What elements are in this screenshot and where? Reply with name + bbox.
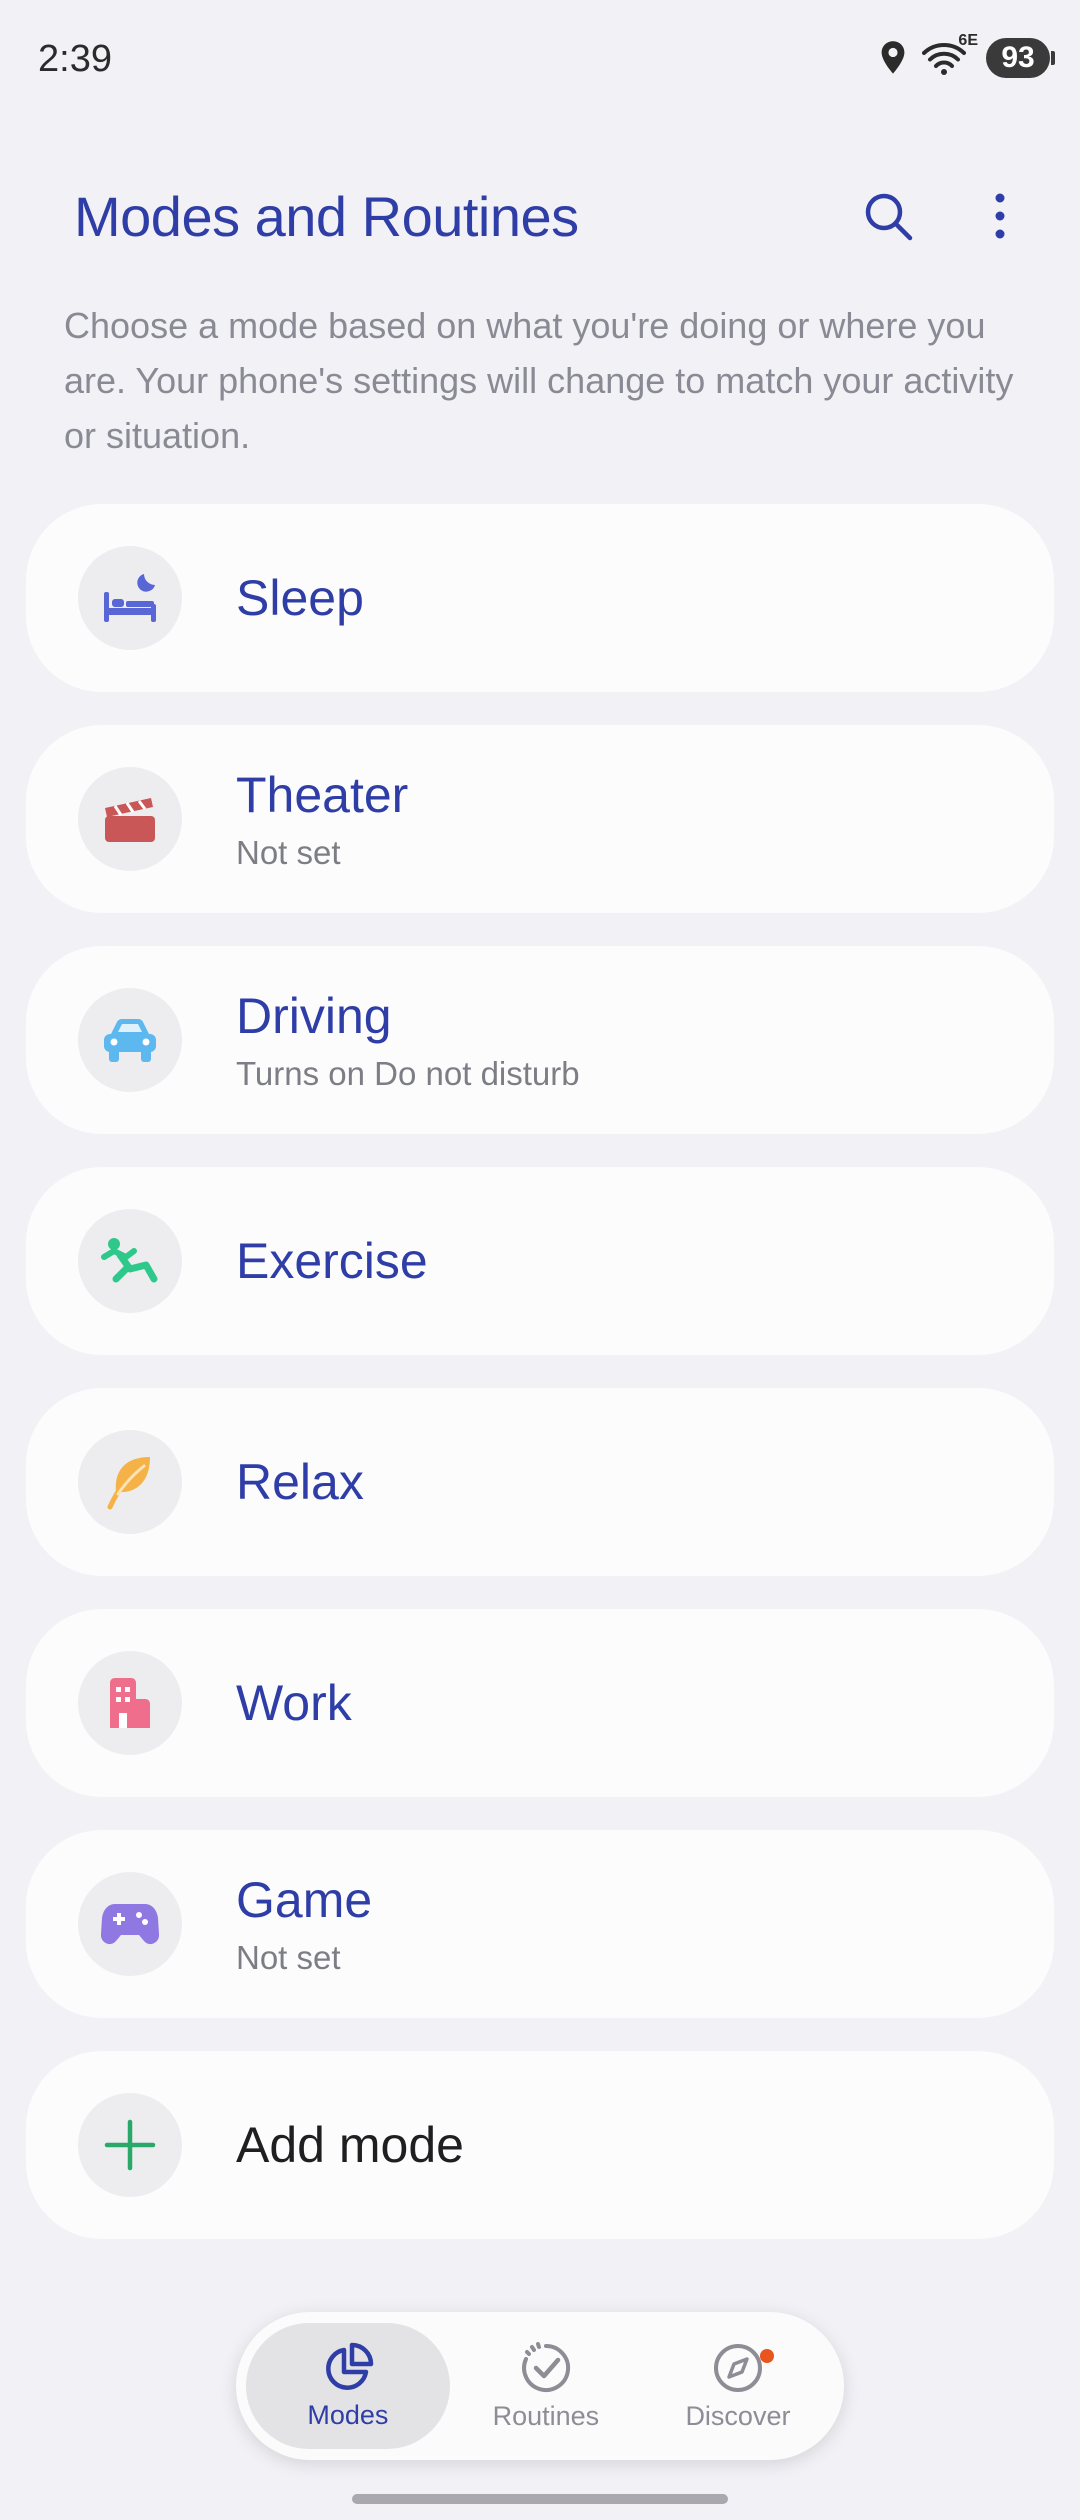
clapperboard-icon [105,798,155,842]
nav-tab-routines[interactable]: Routines [450,2323,642,2449]
wifi-6e-icon: 6E [922,32,978,76]
modes-and-routines-screen: 2:39 6E 93 Modes and Routines Choose a m… [0,0,1080,2520]
compass-icon [713,2343,762,2392]
location-icon [881,41,905,74]
mode-icon-container [78,988,182,1092]
running-icon [101,1238,158,1283]
mode-status: Not set [236,1939,341,1976]
plus-icon [104,2119,156,2171]
leaf-icon [107,1457,150,1510]
header-actions [852,180,1036,252]
mode-icon-container [78,1209,182,1313]
mode-card-exercise[interactable]: Exercise [26,1167,1054,1355]
car-icon [104,1019,156,1062]
notification-badge [760,2349,774,2363]
home-indicator[interactable] [352,2494,728,2504]
mode-label: Relax [236,1454,364,1510]
nav-tab-modes[interactable]: Modes [246,2323,450,2449]
mode-icon-container [78,767,182,871]
mode-status: Turns on Do not disturb [236,1055,580,1092]
more-options-button[interactable] [964,180,1036,252]
mode-card-driving[interactable]: Driving Turns on Do not disturb [26,946,1054,1134]
status-icons: 6E 93 [878,32,1055,78]
check-circle-icon [521,2341,570,2392]
gamepad-icon [101,1904,159,1944]
bed-moon-icon [104,574,156,622]
mode-card-relax[interactable]: Relax [26,1388,1054,1576]
add-mode-label: Add mode [236,2117,464,2173]
building-icon [110,1678,150,1728]
mode-list: Sleep Theater Not set Driving Turns on D… [26,504,1054,2272]
status-bar: 2:39 6E 93 [0,0,1080,120]
mode-label: Work [236,1675,352,1731]
pie-chart-icon [326,2342,374,2390]
nav-tab-discover[interactable]: Discover [642,2323,834,2449]
nav-label: Modes [307,2399,389,2430]
mode-icon-container [78,1651,182,1755]
mode-status: Not set [236,834,341,871]
mode-icon-container [78,1872,182,1976]
nav-label: Routines [492,2400,600,2431]
mode-icon-container [78,1430,182,1534]
network-label: 6E [958,32,978,49]
status-time: 2:39 [38,38,112,80]
mode-label: Game [236,1872,373,1928]
mode-card-game[interactable]: Game Not set [26,1830,1054,2018]
mode-label: Driving [236,988,392,1044]
mode-label: Sleep [236,570,364,626]
mode-card-work[interactable]: Work [26,1609,1054,1797]
battery-indicator: 93 [986,38,1055,78]
mode-card-theater[interactable]: Theater Not set [26,725,1054,913]
nav-label: Discover [685,2400,791,2431]
add-mode-button[interactable]: Add mode [26,2051,1054,2239]
page-title: Modes and Routines [74,185,579,248]
mode-icon-container [78,2093,182,2197]
mode-card-sleep[interactable]: Sleep [26,504,1054,692]
mode-icon-container [78,546,182,650]
more-vertical-icon [995,193,1005,239]
mode-label: Theater [236,767,409,823]
search-icon [865,193,913,241]
search-button[interactable] [852,180,924,252]
mode-label: Exercise [236,1233,428,1289]
page-description: Choose a mode based on what you're doing… [64,305,1014,456]
bottom-navigation: Modes Routines Discover [236,2312,844,2460]
